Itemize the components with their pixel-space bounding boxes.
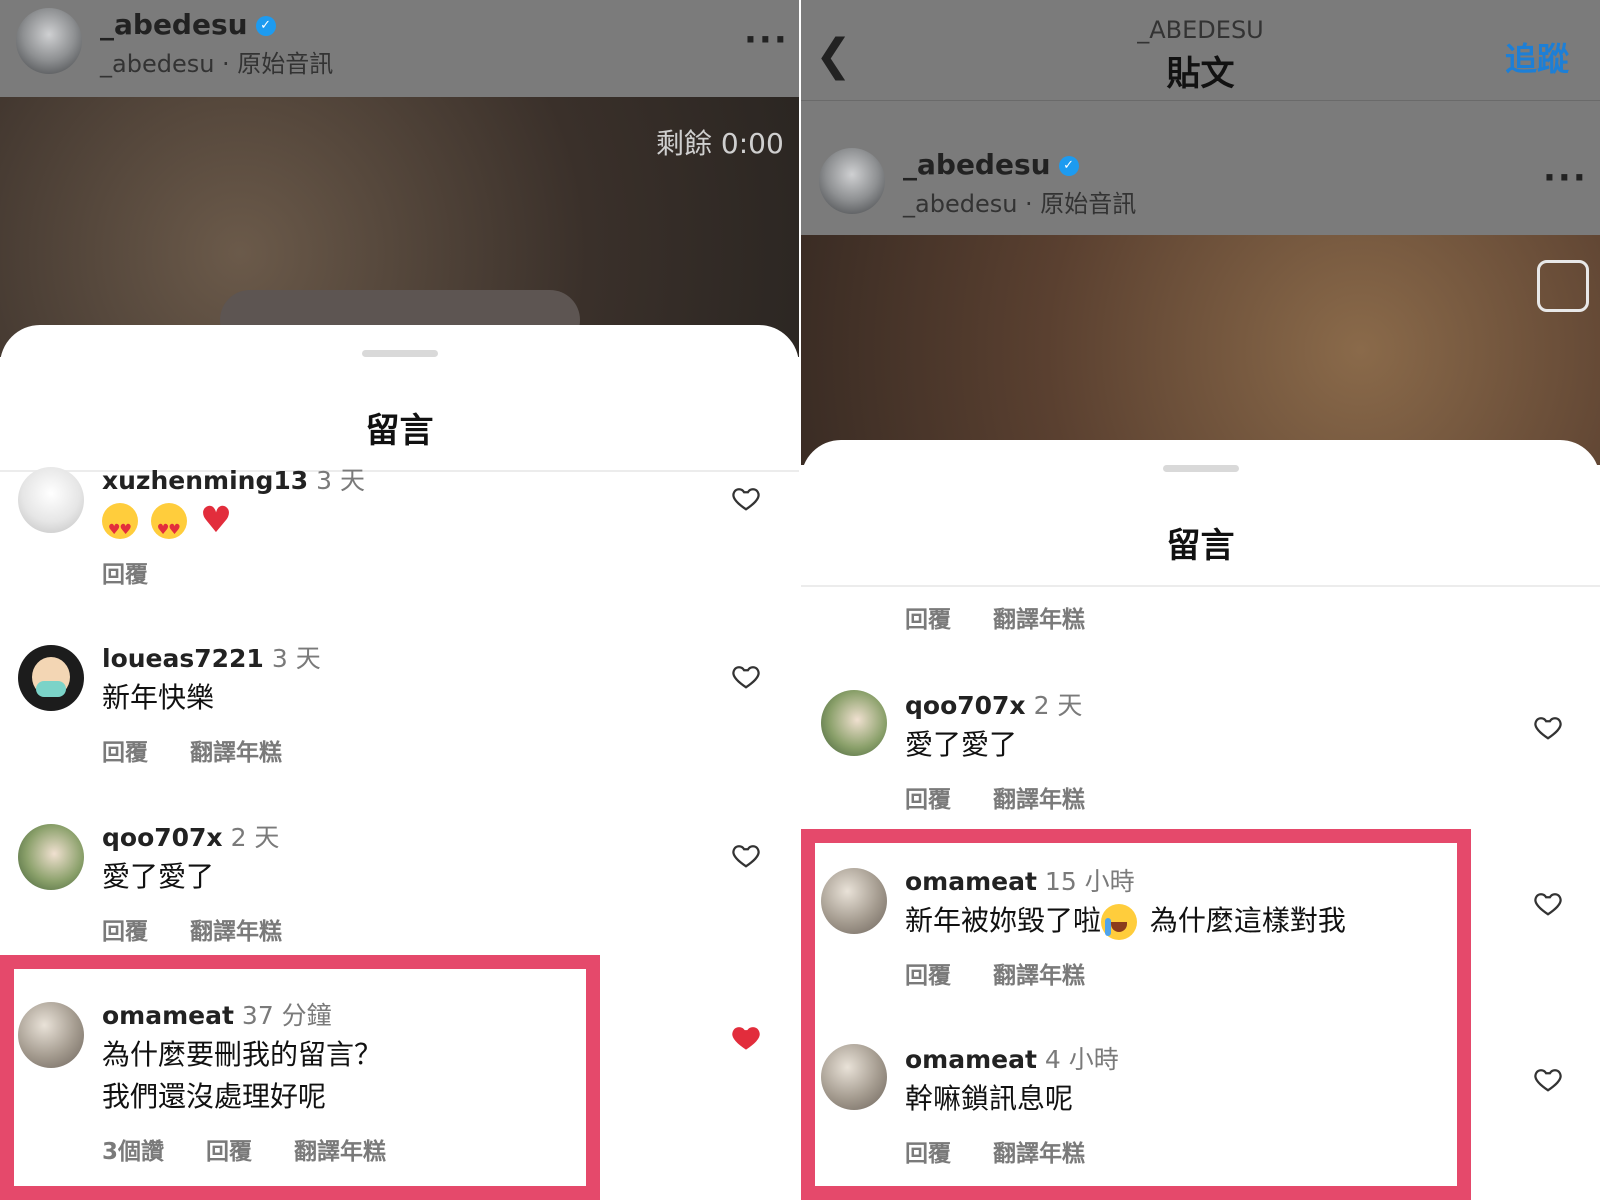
reels-icon[interactable] [1537,260,1589,312]
commenter-avatar[interactable] [18,1002,84,1068]
translate-button[interactable]: 翻譯年糕 [190,740,282,766]
reply-button[interactable]: 回覆 [905,607,951,633]
more-options-icon[interactable]: ··· [744,20,789,60]
crying-face-emoji-icon [1101,904,1138,940]
reply-button[interactable]: 回覆 [206,1139,252,1165]
more-options-icon[interactable]: ··· [1543,158,1588,198]
heart-eyes-emoji-icon [150,503,187,551]
commenter-avatar[interactable] [821,868,887,934]
comment-actions: 回覆 [102,555,182,589]
sheet-grab-handle[interactable] [1162,465,1239,472]
author-avatar[interactable] [16,8,82,74]
comment-text: 愛了愛了 [102,860,215,893]
sheet-title: 留言 [365,411,434,451]
header-account: _ABEDESU [1137,16,1264,44]
like-heart-icon[interactable] [731,840,761,870]
author-avatar[interactable] [819,148,885,214]
comment-username[interactable]: xuzhenming13 3 天 [102,461,365,497]
reply-button[interactable]: 回覆 [102,562,148,588]
comment-username[interactable]: loueas7221 3 天 [102,639,321,675]
author-username[interactable]: _abedesu ✓ [100,8,276,41]
commenter-avatar[interactable] [18,645,84,711]
like-heart-icon[interactable] [1533,888,1563,918]
like-heart-icon[interactable] [1533,712,1563,742]
red-heart-emoji-icon: ♥ [199,500,233,541]
reply-button[interactable]: 回覆 [905,963,951,989]
commenter-avatar[interactable] [821,1044,887,1110]
comment-username[interactable]: omameat 4 小時 [905,1040,1119,1076]
like-heart-icon[interactable] [731,661,761,691]
like-heart-icon[interactable] [1533,1064,1563,1094]
comment-text-line2: 我們還沒處理好呢 [102,1080,327,1113]
like-heart-icon[interactable] [731,483,761,513]
heart-eyes-emoji-icon [102,503,138,551]
translate-button[interactable]: 翻譯年糕 [993,1141,1085,1167]
left-screenshot: _abedesu ✓ _abedesu · 原始音訊 ··· 剩餘 0:00 留言… [0,0,799,1200]
author-username[interactable]: _abedesu ✓ [903,148,1079,181]
sheet-title: 留言 [1166,526,1235,566]
translate-button[interactable]: 翻譯年糕 [190,919,282,945]
comment-item: omameat 15 小時 新年被妳毀了啦 為什麼這樣對我 回覆 翻譯年糕 [801,866,1600,996]
verified-badge-icon: ✓ [1058,156,1079,176]
verified-badge-icon: ✓ [255,16,276,36]
comment-item: qoo707x 2 天 愛了愛了 回覆 翻譯年糕 [801,690,1600,820]
comment-actions: 回覆 翻譯年糕 [102,733,316,767]
divider [801,585,1600,587]
header-title: 貼文 [1166,54,1235,94]
comment-actions: 回覆 翻譯年糕 [905,1134,1119,1168]
comment-actions: 回覆 翻譯年糕 [102,912,316,946]
video-player[interactable] [801,235,1600,465]
comment-item: xuzhenming133 天 ♥ 回覆 [0,465,799,595]
comment-actions: 回覆 翻譯年糕 [905,956,1119,990]
translate-button[interactable]: 翻譯年糕 [993,963,1085,989]
right-screenshot: ❮ _ABEDESU 貼文 追蹤 _abedesu ✓ _abedesu · 原始… [801,0,1600,1200]
reply-button[interactable]: 回覆 [905,787,951,813]
comment-item: omameat 37 分鐘 為什麼要刪我的留言？ 我們還沒處理好呢 3個讚 回覆 … [0,1000,799,1180]
sheet-grab-handle[interactable] [361,350,438,357]
commenter-avatar[interactable] [18,824,84,890]
comment-item: loueas7221 3 天 新年快樂 回覆 翻譯年糕 [0,643,799,773]
author-subtitle[interactable]: _abedesu · 原始音訊 [903,184,1136,219]
comment-actions: 3個讚 回覆 翻譯年糕 [102,1132,420,1166]
comment-text: 幹嘛鎖訊息呢 [905,1082,1074,1115]
comment-text: 新年快樂 [102,681,215,714]
comment-item: omameat 4 小時 幹嘛鎖訊息呢 回覆 翻譯年糕 [801,1044,1600,1174]
liked-heart-icon[interactable] [731,1022,761,1052]
comment-emoji-text: ♥ [102,499,233,551]
translate-button[interactable]: 翻譯年糕 [294,1139,386,1165]
comment-actions: 回覆 翻譯年糕 [905,600,1119,634]
comment-item: qoo707x 2 天 愛了愛了 回覆 翻譯年糕 [0,822,799,952]
reply-button[interactable]: 回覆 [102,740,148,766]
translate-button[interactable]: 翻譯年糕 [993,787,1085,813]
comment-actions: 回覆 翻譯年糕 [905,780,1119,814]
comment-text: 愛了愛了 [905,728,1018,761]
comment-username[interactable]: omameat 37 分鐘 [102,996,332,1032]
commenter-avatar[interactable] [821,690,887,756]
likes-count[interactable]: 3個讚 [102,1139,164,1165]
comment-text: 新年被妳毀了啦 為什麼這樣對我 [905,900,1346,942]
translate-button[interactable]: 翻譯年糕 [993,607,1085,633]
author-subtitle[interactable]: _abedesu · 原始音訊 [100,44,333,79]
remaining-time: 剩餘 0:00 [656,127,784,160]
comment-username[interactable]: qoo707x 2 天 [102,818,279,854]
reply-button[interactable]: 回覆 [102,919,148,945]
header-divider [801,100,1600,101]
comment-username[interactable]: omameat 15 小時 [905,862,1135,898]
follow-button[interactable]: 追蹤 [1505,34,1569,80]
comment-text-line1: 為什麼要刪我的留言？ [102,1038,383,1071]
comment-username[interactable]: qoo707x 2 天 [905,686,1082,722]
commenter-avatar[interactable] [18,467,84,533]
reply-button[interactable]: 回覆 [905,1141,951,1167]
